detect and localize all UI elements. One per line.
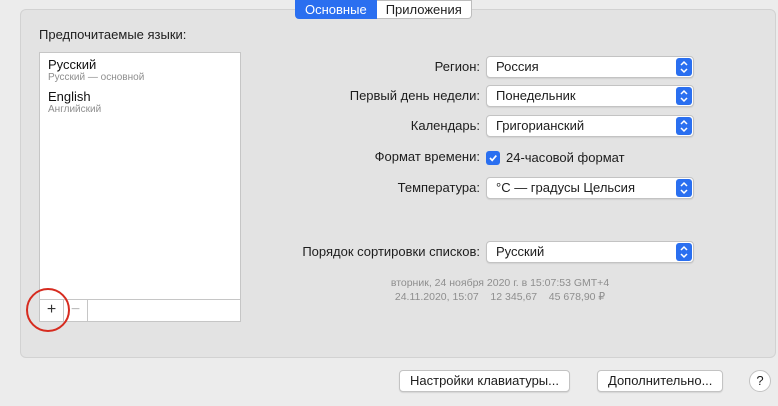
chevron-updown-icon — [676, 58, 692, 76]
calendar-select[interactable]: Григорианский — [486, 115, 694, 137]
sample-date-line: вторник, 24 ноября 2020 г. в 15:07:53 GM… — [390, 277, 610, 289]
language-subtitle: Русский — основной — [48, 72, 145, 83]
calendar-label: Календарь: — [410, 118, 480, 133]
add-language-button[interactable]: + — [40, 300, 64, 321]
chevron-updown-icon — [676, 117, 692, 135]
languages-list[interactable]: Русский Русский — основной English Англи… — [39, 52, 241, 300]
tab-bar: Основные Приложения — [295, 0, 472, 19]
language-subtitle: Английский — [48, 104, 102, 115]
week-value: Понедельник — [496, 88, 576, 103]
checkmark-icon — [486, 150, 500, 165]
list-item[interactable]: Русский Русский — основной — [40, 57, 240, 84]
language-name: Русский — [48, 57, 97, 72]
time-format-label: 24-часовой формат — [506, 150, 625, 165]
languages-title: Предпочитаемые языки: — [39, 27, 187, 42]
temperature-value: °C — градусы Цельсия — [496, 180, 635, 195]
language-name: English — [48, 89, 91, 104]
time-label: Формат времени: — [374, 149, 480, 164]
keyboard-settings-button[interactable]: Настройки клавиатуры... — [399, 370, 570, 392]
chevron-updown-icon — [676, 179, 692, 197]
list-toolbar: + − — [39, 300, 241, 322]
region-value: Россия — [496, 59, 539, 74]
advanced-button[interactable]: Дополнительно... — [597, 370, 724, 392]
region-select[interactable]: Россия — [486, 56, 694, 78]
week-select[interactable]: Понедельник — [486, 85, 694, 107]
sort-select[interactable]: Русский — [486, 241, 694, 263]
list-item[interactable]: English Английский — [40, 89, 240, 116]
temperature-select[interactable]: °C — градусы Цельсия — [486, 177, 694, 199]
sort-label: Порядок сортировки списков: — [302, 244, 480, 259]
chevron-updown-icon — [676, 243, 692, 261]
week-label: Первый день недели: — [349, 88, 480, 103]
sort-value: Русский — [496, 244, 545, 259]
tab-general[interactable]: Основные — [295, 0, 377, 19]
region-label: Регион: — [434, 59, 480, 74]
remove-language-button[interactable]: − — [64, 300, 88, 321]
time-format-checkbox[interactable]: 24-часовой формат — [486, 150, 625, 165]
calendar-value: Григорианский — [496, 118, 585, 133]
tab-apps[interactable]: Приложения — [376, 0, 472, 19]
help-button[interactable]: ? — [749, 370, 771, 392]
chevron-updown-icon — [676, 87, 692, 105]
sample-numbers-line: 24.11.2020, 15:07 12 345,67 45 678,90 ₽ — [394, 291, 606, 303]
temperature-label: Температура: — [397, 180, 480, 195]
